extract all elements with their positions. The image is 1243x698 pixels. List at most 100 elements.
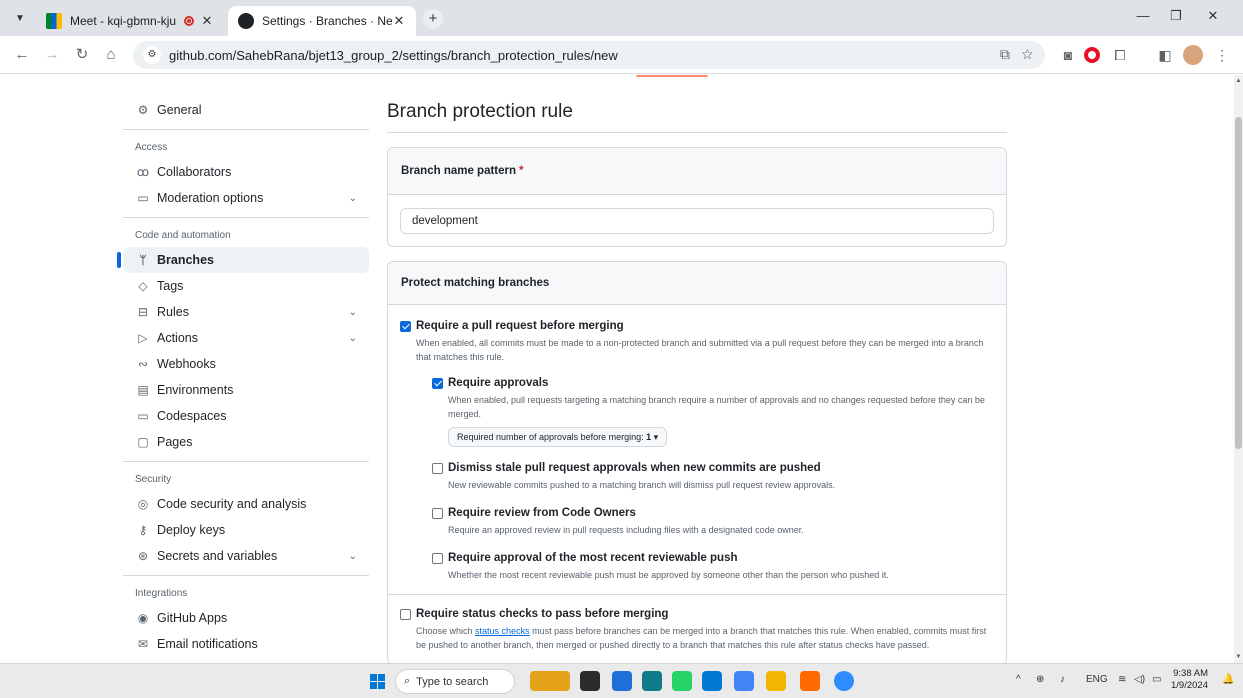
whatsapp-icon[interactable] [672, 671, 692, 691]
side-panel-icon[interactable]: ◧ [1155, 45, 1175, 65]
option-label: Require approval of the most recent revi… [448, 552, 738, 564]
sidebar-item-moderation-options[interactable]: ▭ Moderation options ⌄ [123, 185, 369, 211]
recent-push-option: Require approval of the most recent revi… [432, 551, 994, 582]
sidebar-item-tags[interactable]: ◇ Tags [123, 273, 369, 299]
sidebar-item-pages[interactable]: ▢ Pages [123, 429, 369, 455]
zoom-icon[interactable] [834, 671, 854, 691]
windows-start-icon[interactable] [370, 674, 385, 689]
key-icon: ⚷ [138, 523, 148, 537]
reload-icon[interactable]: ↻ [72, 45, 92, 65]
sidebar-item-general[interactable]: ⚙ General [123, 97, 369, 123]
status-checks-link[interactable]: status checks [475, 626, 530, 636]
branch-name-pattern-input[interactable] [400, 208, 994, 234]
server-icon: ▤ [137, 383, 149, 397]
clock-date: 1/9/2024 [1171, 680, 1208, 691]
code-owners-checkbox[interactable] [432, 508, 443, 519]
sidebar-item-rules[interactable]: ⊟ Rules ⌄ [123, 299, 369, 325]
settings-app-icon[interactable] [642, 671, 662, 691]
sidebar-item-label: Code security and analysis [157, 497, 307, 511]
tab-meet[interactable]: Meet - kqi-gbmn-kju ✕ [36, 6, 224, 36]
settings-sidebar: ⚙ General Access ꝏ Collaborators ▭ Moder… [117, 75, 369, 657]
dismiss-stale-checkbox[interactable] [432, 463, 443, 474]
sidebar-heading-access: Access [135, 142, 168, 153]
network-globe-icon[interactable]: ⊕ [1036, 674, 1044, 685]
forward-icon[interactable]: → [42, 45, 62, 65]
scroll-up-icon[interactable]: ▲ [1235, 78, 1242, 84]
sidebar-item-collaborators[interactable]: ꝏ Collaborators [123, 159, 369, 185]
caret-down-icon: ▾ [653, 432, 659, 442]
show-hidden-icons-icon[interactable]: ^ [1016, 674, 1021, 685]
extensions-icon[interactable]: ⧠ [1110, 45, 1130, 65]
close-window-icon[interactable]: ✕ [1199, 8, 1227, 28]
volume-icon[interactable]: ◁) [1134, 674, 1145, 685]
close-tab-icon[interactable]: ✕ [200, 13, 214, 29]
asterisk-icon: ⊛ [137, 549, 149, 563]
sidebar-item-webhooks[interactable]: ∾ Webhooks [123, 351, 369, 377]
minimize-icon[interactable]: — [1129, 8, 1157, 28]
system-clock[interactable]: 9:38 AM 1/9/2024 [1171, 668, 1208, 692]
desc-text: Choose which [416, 626, 476, 636]
recent-push-checkbox[interactable] [432, 553, 443, 564]
chrome-icon[interactable] [734, 671, 754, 691]
site-info-icon[interactable]: ⚙ [143, 46, 161, 64]
task-view-icon[interactable] [580, 671, 600, 691]
opera-icon[interactable] [1082, 45, 1102, 65]
tab-settings-branches[interactable]: Settings · Branches · New branch ✕ [228, 6, 416, 36]
sidebar-item-label: Tags [157, 279, 184, 293]
todo-icon[interactable] [612, 671, 632, 691]
sidebar-item-github-apps[interactable]: ◉ GitHub Apps [123, 605, 369, 631]
sidebar-item-label: Rules [157, 305, 189, 319]
install-app-icon[interactable]: ⧉ [1000, 46, 1010, 62]
sidebar-item-deploy-keys[interactable]: ⚷ Deploy keys [123, 517, 369, 543]
tab-title: Meet - kqi-gbmn-kju [70, 14, 177, 28]
chevron-down-icon: ⌄ [348, 332, 357, 344]
sidebar-item-label: Email notifications [157, 637, 258, 651]
new-tab-button[interactable]: + [423, 9, 443, 29]
required-mark: * [519, 165, 524, 177]
require-approvals-checkbox[interactable] [432, 378, 443, 389]
address-bar[interactable]: ⚙ github.com/SahebRana/bjet13_group_2/se… [133, 41, 1045, 69]
scroll-down-icon[interactable]: ▼ [1235, 654, 1242, 660]
profile-avatar-icon[interactable] [1183, 45, 1203, 65]
required-approvals-dropdown[interactable]: Required number of approvals before merg… [448, 427, 668, 447]
scrollbar-thumb[interactable] [1235, 117, 1242, 449]
menu-icon[interactable]: ⋮ [1212, 45, 1232, 65]
camera-icon[interactable]: ◙ [1058, 45, 1078, 65]
sidebar-item-secrets[interactable]: ⊛ Secrets and variables ⌄ [123, 543, 369, 569]
back-icon[interactable]: ← [12, 45, 32, 65]
sidebar-item-label: General [157, 103, 202, 117]
tag-icon: ◇ [138, 279, 148, 293]
page-scrollbar[interactable]: ▲ ▼ [1234, 75, 1243, 663]
sidebar-item-email-notifications[interactable]: ✉ Email notifications [123, 631, 369, 657]
widgets-icon[interactable] [530, 671, 570, 691]
option-label: Dismiss stale pull request approvals whe… [448, 462, 821, 474]
taskbar-search[interactable]: ⌕ Type to search [395, 669, 515, 694]
status-checks-section: Require status checks to pass before mer… [388, 594, 1006, 663]
close-tab-icon[interactable]: ✕ [392, 13, 406, 29]
sidebar-item-actions[interactable]: ▷ Actions ⌄ [123, 325, 369, 351]
tab-search-chevron-icon[interactable]: ▼ [10, 9, 30, 29]
sidebar-item-label: Webhooks [157, 357, 216, 371]
language-indicator[interactable]: ENG [1086, 674, 1108, 685]
wifi-icon[interactable]: ≋ [1118, 674, 1126, 685]
battery-icon[interactable]: ▭ [1152, 674, 1161, 685]
chevron-down-icon: ⌄ [348, 192, 357, 204]
sidebar-item-environments[interactable]: ▤ Environments [123, 377, 369, 403]
sidebar-item-code-security[interactable]: ◎ Code security and analysis [123, 491, 369, 517]
require-pr-checkbox[interactable] [400, 321, 411, 332]
recording-icon [184, 16, 194, 26]
codespaces-icon: ▭ [137, 409, 149, 423]
restore-icon[interactable]: ❐ [1162, 8, 1190, 28]
status-checks-checkbox[interactable] [400, 609, 411, 620]
office-icon[interactable] [800, 671, 820, 691]
file-explorer-icon[interactable] [766, 671, 786, 691]
sidebar-item-codespaces[interactable]: ▭ Codespaces [123, 403, 369, 429]
omnibox-actions: ⧉ ☆ [1000, 46, 1033, 63]
vscode-icon[interactable] [702, 671, 722, 691]
microphone-icon[interactable]: ♪ [1060, 674, 1065, 685]
home-icon[interactable]: ⌂ [101, 45, 121, 65]
notification-bell-icon[interactable]: 🔔 [1222, 674, 1234, 685]
google-meet-icon [46, 13, 62, 29]
bookmark-star-icon[interactable]: ☆ [1022, 46, 1033, 62]
sidebar-item-branches[interactable]: ᛘ Branches [117, 247, 369, 273]
